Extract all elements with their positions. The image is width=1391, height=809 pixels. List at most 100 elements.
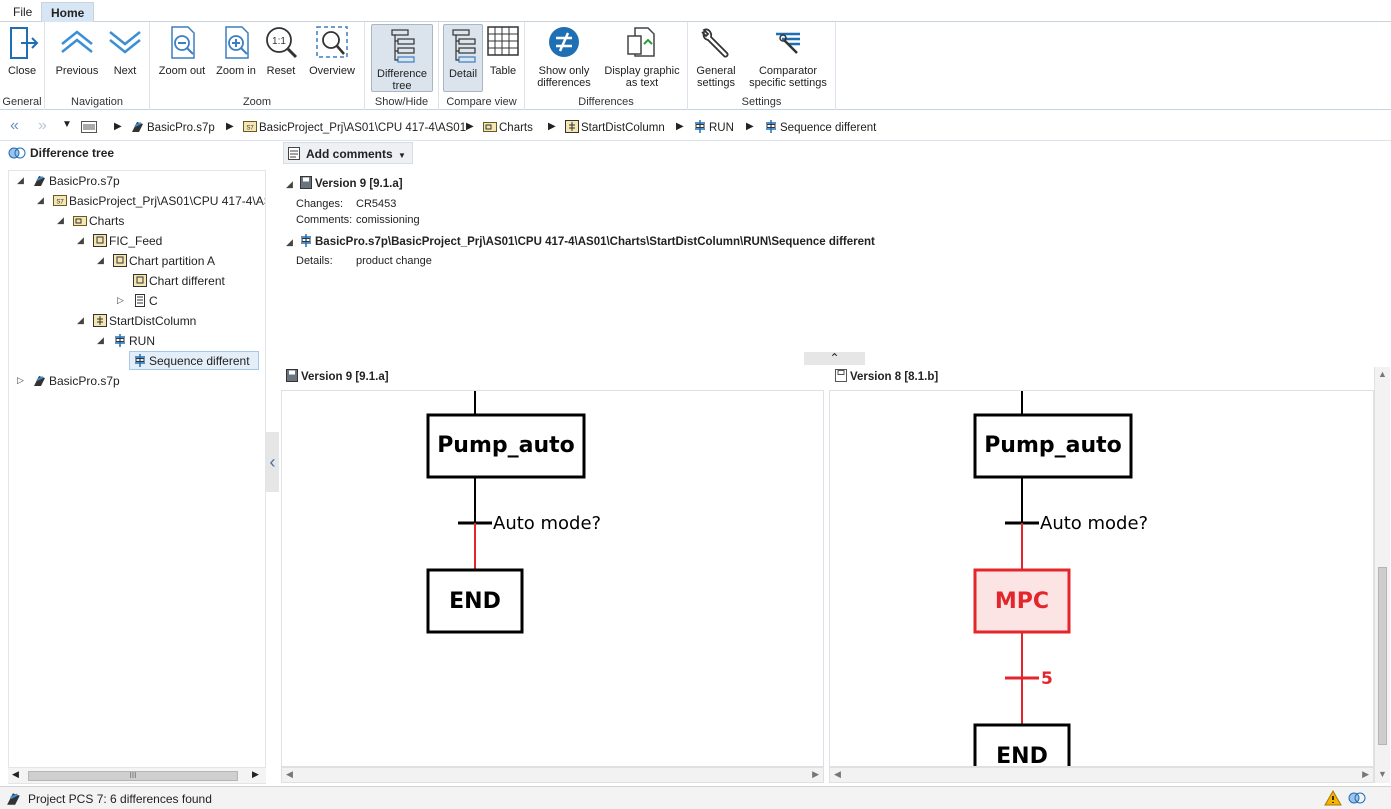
right-pane-hscroll[interactable]: ◀ ▶: [829, 767, 1374, 783]
expanded-toggle-icon[interactable]: ◢: [97, 335, 104, 346]
menu-file[interactable]: File: [4, 2, 41, 22]
group-navigation: Previous Next Navigation: [45, 22, 150, 110]
group-general-label: General: [2, 96, 42, 108]
tree-item-run[interactable]: RUN: [113, 332, 155, 351]
zoom-out-icon: [171, 26, 195, 59]
overview-button[interactable]: Overview: [306, 24, 358, 77]
breadcrumb-label: Charts: [499, 122, 533, 134]
display-graphic-label-1: Display graphic: [604, 65, 680, 77]
list-icon[interactable]: [81, 121, 97, 133]
status-text: Project PCS 7: 6 differences found: [28, 792, 212, 806]
left-compare-pane[interactable]: Pump_auto Auto mode? END: [281, 390, 824, 767]
show-only-differences-button[interactable]: Show only differences: [531, 24, 597, 89]
difference-tree-header: Difference tree: [8, 146, 114, 160]
s7-program-icon: S7: [53, 195, 67, 206]
menu-bar: File Home: [0, 0, 1391, 22]
expanded-toggle-icon[interactable]: ◢: [57, 215, 64, 226]
general-settings-button[interactable]: General settings: [692, 24, 740, 89]
tree-item-label: RUN: [129, 334, 155, 348]
collapsed-toggle-icon[interactable]: ▷: [17, 375, 24, 386]
tree-item-sequence-different[interactable]: Sequence different: [129, 351, 259, 370]
tree-scroll-thumb[interactable]: III: [28, 771, 238, 781]
forward-nav-icon[interactable]: »: [38, 117, 47, 135]
chevron-down-double-icon: [109, 31, 141, 54]
vertical-scroll-thumb[interactable]: [1378, 567, 1387, 745]
collapse-tree-handle[interactable]: ‹: [266, 432, 279, 492]
sfc-chart-icon: [565, 120, 579, 133]
tree-item-startdistcolumn[interactable]: StartDistColumn: [93, 312, 196, 331]
display-graphic-as-text-button[interactable]: Display graphic as text: [601, 24, 683, 89]
compare-vertical-scrollbar[interactable]: ▲ ▼: [1374, 367, 1390, 783]
breadcrumb-item-run[interactable]: RUN: [693, 120, 734, 134]
breadcrumb-item-sequence[interactable]: Sequence different: [764, 120, 876, 134]
menu-home[interactable]: Home: [41, 2, 95, 22]
left-pane-hscroll[interactable]: ◀ ▶: [281, 767, 824, 783]
breadcrumb-item-cpu[interactable]: S7 BasicProject_Prj\AS01\CPU 417-4\AS01: [243, 120, 466, 134]
cfc-chart-icon: [113, 254, 127, 267]
scroll-left-icon[interactable]: ◀: [834, 769, 841, 780]
scroll-right-icon[interactable]: ▶: [812, 769, 819, 780]
tree-item-fic-feed[interactable]: FIC_Feed: [93, 232, 162, 251]
reset-icon-text: 1:1: [272, 36, 286, 47]
tree-item-charts[interactable]: Charts: [73, 212, 124, 231]
overview-icon: [316, 26, 348, 58]
tree-item-project-2[interactable]: BasicPro.s7p: [33, 372, 120, 391]
step-end-label: END: [449, 589, 501, 614]
breadcrumb-separator-icon: ▶: [114, 121, 122, 132]
tree-item-cpu[interactable]: S7 BasicProject_Prj\AS01\CPU 417-4\AS01: [53, 192, 265, 211]
expanded-toggle-icon[interactable]: ◢: [77, 315, 84, 326]
expanded-toggle-icon[interactable]: ◢: [97, 255, 104, 266]
close-button[interactable]: Close: [2, 24, 42, 77]
scroll-down-icon[interactable]: ▼: [1378, 769, 1387, 779]
tree-item-label: BasicPro.s7p: [49, 374, 120, 388]
back-nav-icon[interactable]: «: [10, 117, 19, 135]
collapse-comments-handle[interactable]: ⌃: [804, 352, 865, 365]
breadcrumb-item-chart[interactable]: StartDistColumn: [565, 120, 665, 134]
scroll-up-icon[interactable]: ▲: [1378, 369, 1387, 379]
collapsed-toggle-icon[interactable]: ▷: [117, 295, 124, 306]
tree-item-project[interactable]: BasicPro.s7p: [33, 172, 120, 191]
expanded-toggle-icon[interactable]: ◢: [286, 237, 293, 248]
expanded-toggle-icon[interactable]: ◢: [37, 195, 44, 206]
comment-version-title: Version 9 [9.1.a]: [299, 176, 403, 190]
step-mpc-label: MPC: [995, 589, 1049, 614]
zoom-out-button[interactable]: Zoom out: [156, 24, 208, 77]
ribbon: Close General Previous Next Navigation Z…: [0, 22, 1391, 110]
detail-view-button[interactable]: Detail: [443, 24, 483, 92]
scroll-left-icon[interactable]: ◀: [12, 769, 19, 780]
difference-tree[interactable]: ◢ BasicPro.s7p ◢ S7 BasicProject_Prj\AS01…: [8, 170, 266, 784]
breadcrumb-item-charts[interactable]: Charts: [483, 120, 533, 134]
chevron-up-double-icon: [61, 30, 93, 53]
breadcrumb-item-project[interactable]: BasicPro.s7p: [131, 120, 215, 134]
left-sfc-diagram: Pump_auto Auto mode? END: [426, 391, 601, 634]
changes-label: Changes:: [296, 198, 344, 210]
compare-circles-icon: [8, 147, 26, 159]
tree-horizontal-scrollbar[interactable]: ◀ III ▶: [8, 767, 266, 783]
table-view-button[interactable]: Table: [485, 24, 521, 77]
right-compare-pane[interactable]: Pump_auto Auto mode? MPC 5 END: [829, 390, 1374, 767]
tree-item-c[interactable]: C: [133, 292, 158, 311]
step-end-label: END: [996, 744, 1048, 767]
tree-item-chart-different[interactable]: Chart different: [133, 272, 225, 291]
previous-button[interactable]: Previous: [53, 24, 101, 77]
warning-icon[interactable]: [1324, 790, 1342, 806]
scroll-right-icon[interactable]: ▶: [252, 769, 259, 780]
difference-tree-button[interactable]: Difference tree: [371, 24, 433, 92]
history-dropdown-icon[interactable]: ▼: [62, 119, 72, 130]
expanded-toggle-icon[interactable]: ◢: [17, 175, 24, 186]
reset-zoom-button[interactable]: 1:1 Reset: [262, 24, 300, 77]
group-show-hide-label: Show/Hide: [374, 96, 429, 108]
scroll-right-icon[interactable]: ▶: [1362, 769, 1369, 780]
comparator-settings-button[interactable]: Comparator specific settings: [744, 24, 832, 89]
tree-item-chart-partition[interactable]: Chart partition A: [113, 252, 215, 271]
zoom-in-button[interactable]: Zoom in: [212, 24, 260, 77]
compare-circles-icon[interactable]: [1348, 792, 1366, 804]
scroll-left-icon[interactable]: ◀: [286, 769, 293, 780]
expanded-toggle-icon[interactable]: ◢: [286, 179, 293, 190]
add-comments-button[interactable]: Add comments ▼: [283, 142, 413, 164]
expanded-toggle-icon[interactable]: ◢: [77, 235, 84, 246]
next-button[interactable]: Next: [105, 24, 145, 77]
comment-path-title: BasicPro.s7p\BasicProject_Prj\AS01\CPU 4…: [299, 234, 875, 248]
comment-note-icon: [288, 147, 300, 160]
project-icon: [7, 793, 20, 805]
